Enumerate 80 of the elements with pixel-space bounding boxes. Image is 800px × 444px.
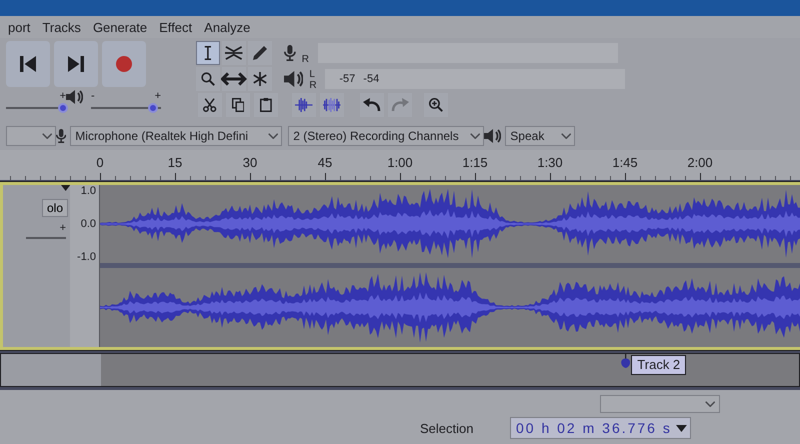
zoom-in-icon xyxy=(429,98,443,112)
timeline-ruler[interactable]: 0 15 30 45 1:00 1:15 1:30 1:45 2:00 xyxy=(0,150,800,180)
waveform-icon xyxy=(295,98,313,112)
time-field[interactable]: 00 h 02 m 36.776 s xyxy=(510,417,691,439)
record-dot-icon xyxy=(116,56,132,72)
triangle-down-icon xyxy=(676,424,687,432)
trim-audio-button[interactable] xyxy=(292,93,316,117)
multi-tool-button[interactable] xyxy=(248,67,272,91)
time-label: 1:15 xyxy=(462,155,488,170)
time-label: 1:30 xyxy=(537,155,563,170)
double-arrow-icon xyxy=(221,72,247,86)
plus-label: + xyxy=(60,90,66,103)
silence-audio-button[interactable] xyxy=(320,93,344,117)
clipboard-icon xyxy=(260,98,272,112)
channel-label: R xyxy=(302,54,310,65)
microphone-icon xyxy=(56,129,66,143)
minus-label: - xyxy=(91,90,95,103)
skip-start-button[interactable] xyxy=(6,41,50,87)
solo-button[interactable]: olo xyxy=(42,199,68,217)
copy-icon xyxy=(232,98,244,112)
time-label: 30 xyxy=(242,155,258,170)
slider-thumb[interactable] xyxy=(148,103,158,113)
draw-tool-button[interactable] xyxy=(248,41,272,65)
device-dropdown[interactable]: 2 (Stereo) Recording Channels xyxy=(288,126,484,146)
menu-item[interactable]: Generate xyxy=(92,20,148,34)
menu-item[interactable]: port xyxy=(8,20,30,34)
time-label: 15 xyxy=(168,155,182,170)
caret-icon xyxy=(704,401,715,407)
device-dropdown[interactable]: Microphone (Realtek High Defini xyxy=(70,126,282,146)
triangle-down-icon xyxy=(60,185,70,191)
undo-icon xyxy=(363,98,381,112)
caret-icon xyxy=(470,133,480,139)
microphone-icon xyxy=(284,45,296,61)
scale-label: -1.0 xyxy=(77,251,96,263)
slider-thumb[interactable] xyxy=(58,103,68,113)
envelope-icon xyxy=(225,46,243,60)
plus-label: + xyxy=(60,223,66,234)
i-beam-icon xyxy=(204,46,212,60)
scissors-icon xyxy=(203,98,217,112)
cut-button[interactable] xyxy=(198,93,222,117)
time-label: 1:45 xyxy=(612,155,638,170)
pencil-icon xyxy=(253,46,267,60)
speaker-icon xyxy=(484,129,502,143)
time-label: 1:00 xyxy=(387,155,413,170)
time-label: 0 xyxy=(96,155,104,170)
waveform-icon xyxy=(323,98,341,112)
channel-label: R xyxy=(309,80,318,91)
caret-icon xyxy=(42,133,52,139)
time-shift-tool-button[interactable] xyxy=(222,67,246,91)
copy-button[interactable] xyxy=(226,93,250,117)
meter-scale-label: -54 xyxy=(363,73,380,85)
skip-start-icon xyxy=(20,56,36,72)
caret-icon xyxy=(268,133,278,139)
time-label: 2:00 xyxy=(687,155,713,170)
device-dropdown[interactable]: Speak xyxy=(505,126,576,146)
speaker-icon xyxy=(66,90,83,104)
selection-label: Selection xyxy=(420,420,474,436)
undo-button[interactable] xyxy=(360,93,384,117)
scale-label: 1.0 xyxy=(80,185,96,197)
caret-icon xyxy=(560,133,572,139)
menu-item[interactable]: Effect xyxy=(159,20,192,34)
speaker-icon xyxy=(284,71,304,87)
time-label: 45 xyxy=(318,155,332,170)
skip-end-icon xyxy=(68,56,84,72)
scale-label: 0.0 xyxy=(80,218,96,230)
asterisk-icon xyxy=(253,72,267,86)
channel-label: L xyxy=(309,69,316,80)
plus-label: + xyxy=(154,90,161,103)
paste-button[interactable] xyxy=(254,93,278,117)
zoom-in-button[interactable] xyxy=(424,93,448,117)
menu-item[interactable]: Analyze xyxy=(204,20,250,34)
meter-scale-label: -57 xyxy=(339,73,356,85)
track-label[interactable]: Track 2 xyxy=(631,355,686,375)
selection-tool-button[interactable] xyxy=(196,41,220,65)
redo-icon xyxy=(391,98,409,112)
skip-end-button[interactable] xyxy=(54,41,98,87)
magnifier-icon xyxy=(201,72,215,86)
menu-item[interactable]: Tracks xyxy=(42,20,81,34)
zoom-tool-button[interactable] xyxy=(196,67,220,91)
envelope-tool-button[interactable] xyxy=(222,41,246,65)
